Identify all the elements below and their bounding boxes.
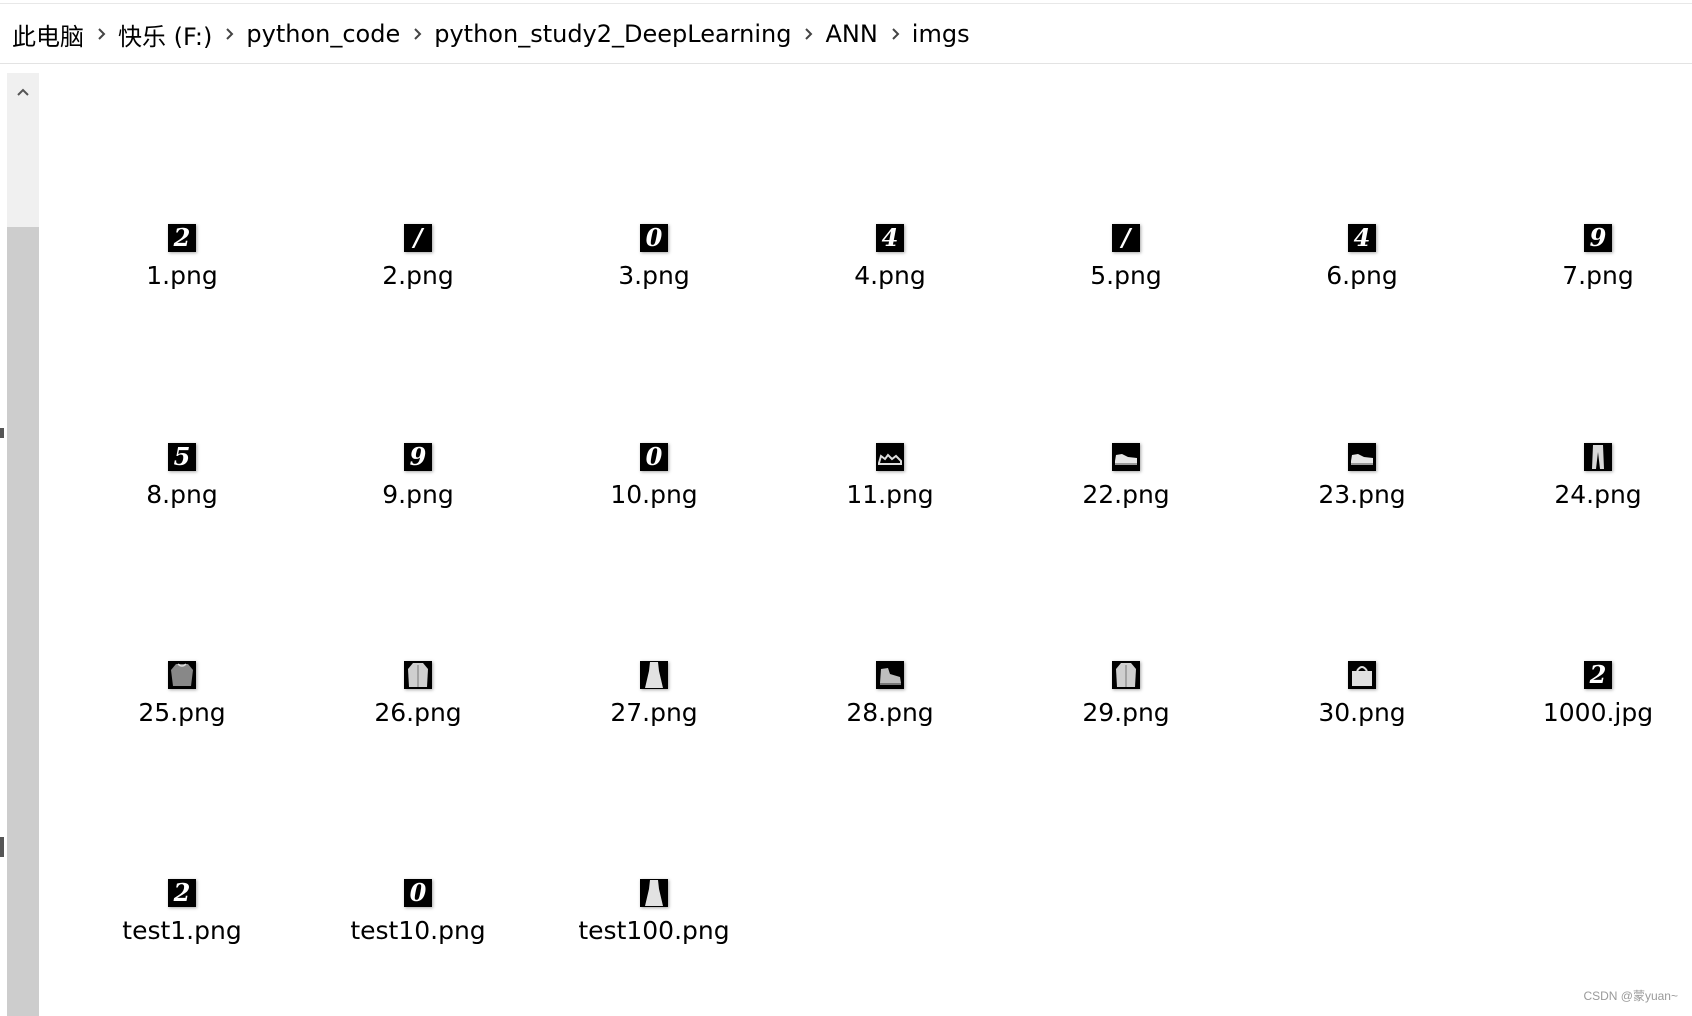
file-item[interactable]: / 5.png	[1008, 224, 1244, 374]
file-item[interactable]: 22.png	[1008, 443, 1244, 593]
image-file-thumbnail-icon[interactable]: /	[1112, 224, 1140, 252]
file-name-label[interactable]: test1.png	[64, 915, 300, 947]
file-item[interactable]: 0 10.png	[536, 443, 772, 593]
file-item[interactable]: 2 1.png	[64, 224, 300, 374]
image-file-thumbnail-icon[interactable]: 2	[168, 879, 196, 907]
file-item[interactable]: 25.png	[64, 661, 300, 811]
edge-fragment	[0, 428, 4, 438]
thumbnail-digit: 2	[173, 224, 191, 252]
file-item[interactable]: 0 test10.png	[300, 879, 536, 1016]
file-item[interactable]: 4 6.png	[1244, 224, 1480, 374]
file-name-label[interactable]: 1000.jpg	[1480, 697, 1692, 729]
image-file-thumbnail-icon[interactable]	[404, 661, 432, 689]
file-name-label[interactable]: 23.png	[1244, 479, 1480, 511]
image-file-thumbnail-icon[interactable]: 2	[168, 224, 196, 252]
file-name-label[interactable]: test10.png	[300, 915, 536, 947]
image-file-thumbnail-icon[interactable]	[876, 661, 904, 689]
thumbnail-digit: 4	[881, 224, 899, 252]
chevron-up-icon	[16, 82, 30, 101]
file-item[interactable]: 23.png	[1244, 443, 1480, 593]
file-name-label[interactable]: 27.png	[536, 697, 772, 729]
image-file-thumbnail-icon[interactable]: 0	[640, 224, 668, 252]
thumbnail-digit: 0	[645, 443, 663, 471]
file-item[interactable]: 29.png	[1008, 661, 1244, 811]
file-name-label[interactable]: 2.png	[300, 260, 536, 292]
file-name-label[interactable]: 5.png	[1008, 260, 1244, 292]
image-file-thumbnail-icon[interactable]: 4	[876, 224, 904, 252]
file-item[interactable]: 4 4.png	[772, 224, 1008, 374]
file-name-label[interactable]: 4.png	[772, 260, 1008, 292]
watermark: CSDN @蒙yuan~	[1583, 989, 1678, 1003]
file-item[interactable]: 9 9.png	[300, 443, 536, 593]
thumbnail-digit: 0	[645, 224, 663, 252]
file-item[interactable]: 30.png	[1244, 661, 1480, 811]
file-item[interactable]: 9 7.png	[1480, 224, 1692, 374]
thumbnail-digit: 2	[1589, 661, 1607, 689]
file-name-label[interactable]: 11.png	[772, 479, 1008, 511]
file-name-label[interactable]: 7.png	[1480, 260, 1692, 292]
thumbnail-digit: 0	[409, 879, 427, 907]
edge-fragment	[0, 837, 4, 857]
image-file-thumbnail-icon[interactable]: 0	[404, 879, 432, 907]
image-file-thumbnail-icon[interactable]: /	[404, 224, 432, 252]
image-file-thumbnail-icon[interactable]	[1348, 443, 1376, 471]
file-name-label[interactable]: 22.png	[1008, 479, 1244, 511]
image-file-thumbnail-icon[interactable]: 9	[1584, 224, 1612, 252]
file-name-label[interactable]: 30.png	[1244, 697, 1480, 729]
file-item[interactable]: 2 1000.jpg	[1480, 661, 1692, 811]
navigation-pane-edge	[0, 64, 7, 1016]
image-file-thumbnail-icon[interactable]	[876, 443, 904, 471]
file-item[interactable]: 2 test1.png	[64, 879, 300, 1016]
file-item[interactable]: / 2.png	[300, 224, 536, 374]
image-file-thumbnail-icon[interactable]	[1112, 661, 1140, 689]
thumbnail-digit: /	[413, 224, 423, 252]
file-name-label[interactable]: 8.png	[64, 479, 300, 511]
vertical-scrollbar[interactable]	[7, 73, 39, 1016]
file-grid: 2 1.png / 2.png 0 3.png 4 4.png / 5.png 4 6.png 9 7.p…	[64, 0, 1692, 1016]
image-file-thumbnail-icon[interactable]: 2	[1584, 661, 1612, 689]
image-file-thumbnail-icon[interactable]: 0	[640, 443, 668, 471]
thumbnail-digit: 9	[1589, 224, 1607, 252]
thumbnail-digit: 5	[173, 443, 191, 471]
file-name-label[interactable]: 6.png	[1244, 260, 1480, 292]
image-file-thumbnail-icon[interactable]	[168, 661, 196, 689]
file-name-label[interactable]: 9.png	[300, 479, 536, 511]
image-file-thumbnail-icon[interactable]: 9	[404, 443, 432, 471]
file-name-label[interactable]: 28.png	[772, 697, 1008, 729]
file-item[interactable]: 0 3.png	[536, 224, 772, 374]
file-name-label[interactable]: test100.png	[536, 915, 772, 947]
image-file-thumbnail-icon[interactable]	[1348, 661, 1376, 689]
file-explorer-window: 此电脑 快乐 (F:) python_code python_study2_DeepL…	[0, 0, 1692, 1016]
file-name-label[interactable]: 29.png	[1008, 697, 1244, 729]
image-file-thumbnail-icon[interactable]	[640, 879, 668, 907]
file-item[interactable]: 28.png	[772, 661, 1008, 811]
image-file-thumbnail-icon[interactable]	[640, 661, 668, 689]
thumbnail-digit: 9	[409, 443, 427, 471]
file-item[interactable]: 27.png	[536, 661, 772, 811]
file-name-label[interactable]: 25.png	[64, 697, 300, 729]
file-item[interactable]: test100.png	[536, 879, 772, 1016]
file-name-label[interactable]: 10.png	[536, 479, 772, 511]
scroll-up-button[interactable]	[7, 73, 39, 109]
image-file-thumbnail-icon[interactable]: 4	[1348, 224, 1376, 252]
thumbnail-digit: /	[1121, 224, 1131, 252]
file-item[interactable]: 26.png	[300, 661, 536, 811]
scrollbar-thumb[interactable]	[7, 227, 39, 1016]
thumbnail-digit: 4	[1353, 224, 1371, 252]
file-name-label[interactable]: 24.png	[1480, 479, 1692, 511]
file-name-label[interactable]: 1.png	[64, 260, 300, 292]
file-item[interactable]: 11.png	[772, 443, 1008, 593]
file-name-label[interactable]: 3.png	[536, 260, 772, 292]
file-name-label[interactable]: 26.png	[300, 697, 536, 729]
file-item[interactable]: 24.png	[1480, 443, 1692, 593]
file-item[interactable]: 5 8.png	[64, 443, 300, 593]
image-file-thumbnail-icon[interactable]	[1112, 443, 1140, 471]
thumbnail-digit: 2	[173, 879, 191, 907]
image-file-thumbnail-icon[interactable]: 5	[168, 443, 196, 471]
image-file-thumbnail-icon[interactable]	[1584, 443, 1612, 471]
